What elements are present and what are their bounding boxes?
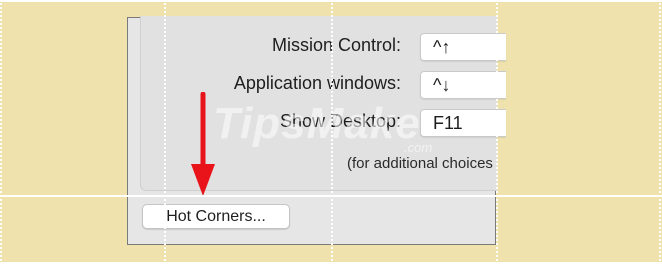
application-windows-label: Application windows: (233, 73, 401, 93)
grid-line-v3 (496, 0, 498, 264)
watermark-logo: TipsMake (213, 99, 421, 148)
grid-line-left (0, 0, 2, 264)
red-arrow-icon (191, 92, 215, 196)
additional-choices-note: (for additional choices (347, 155, 493, 172)
application-windows-popup[interactable]: ^↓ (420, 71, 506, 99)
show-desktop-popup[interactable]: F11 (420, 109, 506, 137)
watermark-suffix: .com (404, 140, 433, 155)
mission-control-popup[interactable]: ^↑ (420, 33, 506, 61)
grid-line-v2 (331, 0, 333, 264)
mission-control-label: Mission Control: (271, 35, 401, 55)
grid-line-right (659, 0, 661, 264)
grid-line-v1 (164, 0, 166, 264)
